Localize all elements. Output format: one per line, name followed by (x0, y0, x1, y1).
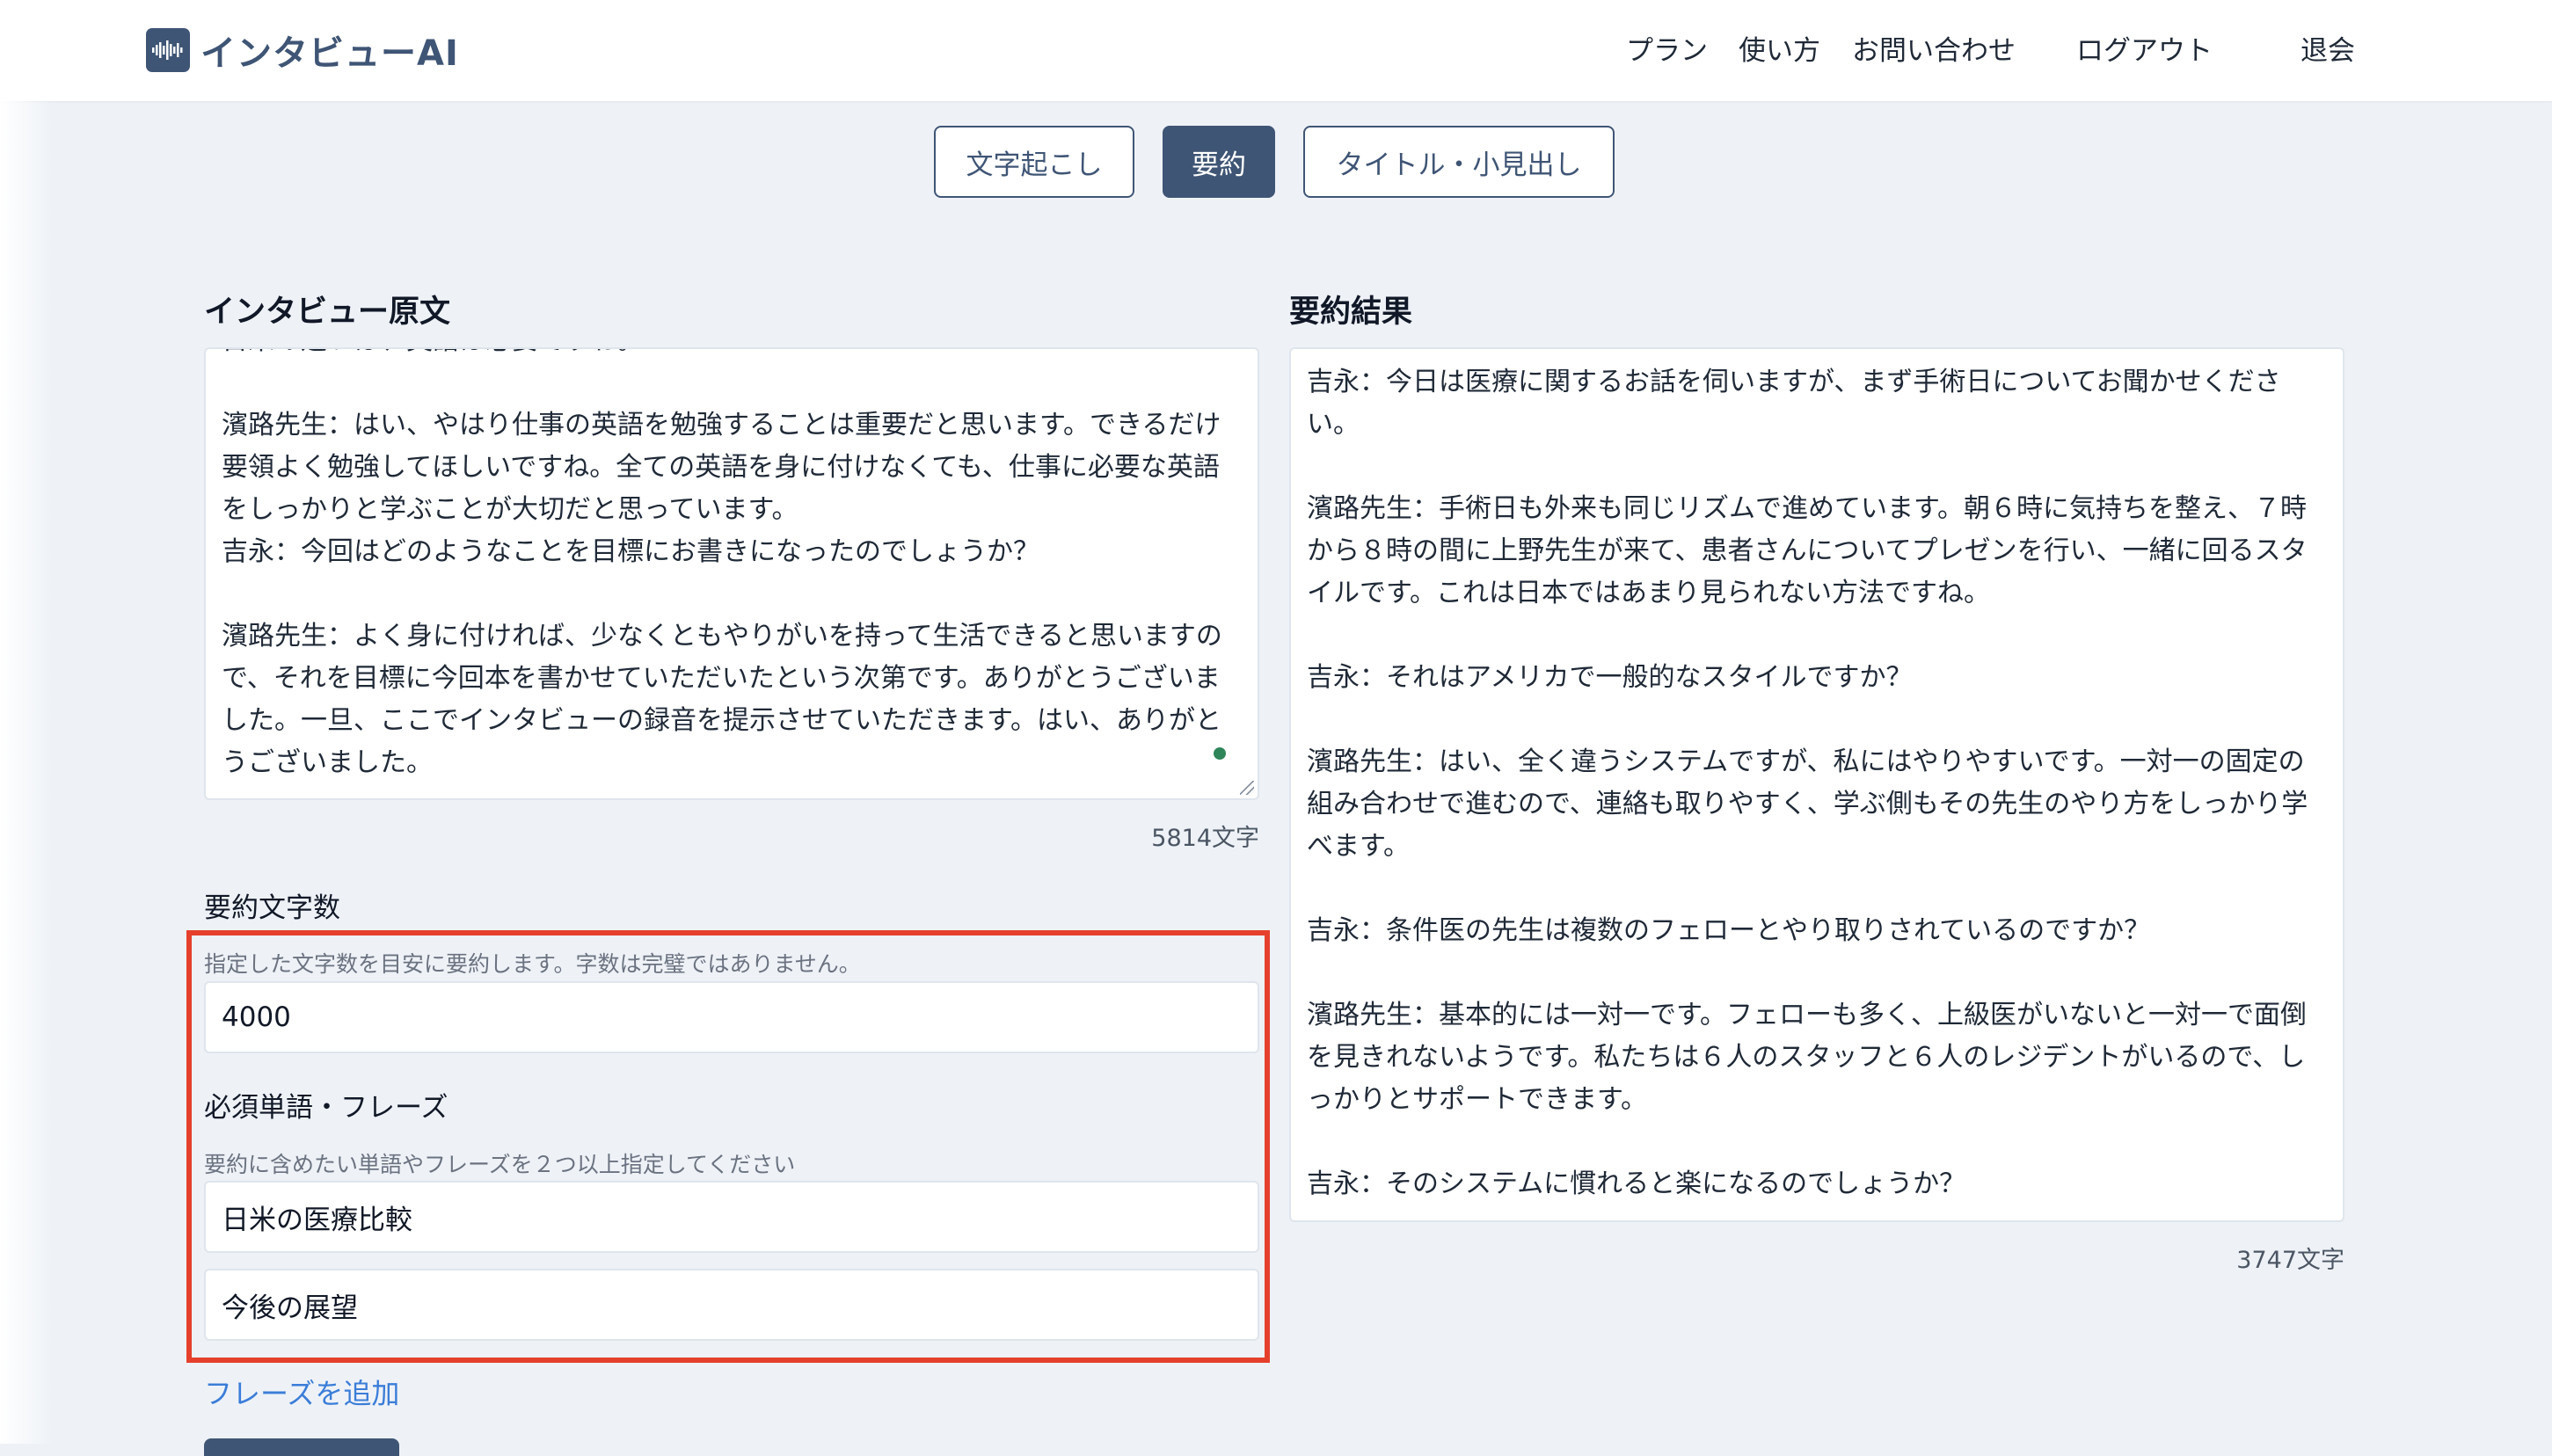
phrase-input-1[interactable] (204, 1181, 1259, 1253)
nav-contact[interactable]: お問い合わせ (1852, 28, 2016, 68)
summary-length-input[interactable] (204, 981, 1259, 1053)
add-phrase-link[interactable]: フレーズを追加 (204, 1372, 399, 1412)
nav-howto[interactable]: 使い方 (1739, 28, 1820, 68)
original-section-title: インタビュー原文 (204, 295, 451, 330)
original-textarea[interactable]: 日米の違いは、英語は必要ですね。 濱路先生：はい、やはり仕事の英語を勉強すること… (204, 347, 1259, 800)
app-logo[interactable]: インタビューAI (146, 26, 459, 74)
app-name: インタビューAI (201, 33, 459, 74)
summary-char-count: 3747文字 (2236, 1247, 2344, 1274)
waveform-icon (146, 28, 190, 72)
summary-length-label: 要約文字数 (204, 892, 340, 924)
submit-button[interactable] (204, 1438, 399, 1456)
resize-handle-icon[interactable] (1240, 781, 1254, 795)
summary-length-hint: 指定した文字数を目安に要約します。字数は完璧ではありません。 (204, 951, 861, 977)
summary-result-box[interactable]: 吉永：今日は医療に関するお話を伺いますが、まず手術日についてお聞かせください。 … (1289, 347, 2344, 1222)
top-header: インタビューAI プラン 使い方 お問い合わせ ログアウト 退会 (0, 0, 2552, 101)
phrase-input-2[interactable] (204, 1269, 1259, 1341)
summary-section-title: 要約結果 (1289, 295, 1413, 330)
original-text: 日米の違いは、英語は必要ですね。 濱路先生：はい、やはり仕事の英語を勉強すること… (222, 349, 1222, 778)
nav-logout[interactable]: ログアウト (2076, 28, 2213, 68)
grammar-indicator-icon (1214, 747, 1226, 760)
left-edge-shade (0, 0, 53, 1444)
phrases-hint: 要約に含めたい単語やフレーズを２つ以上指定してください (204, 1152, 796, 1177)
tab-summary[interactable]: 要約 (1163, 126, 1275, 198)
phrases-label: 必須単語・フレーズ (204, 1092, 448, 1124)
nav-plans[interactable]: プラン (1626, 28, 1708, 68)
nav-withdraw[interactable]: 退会 (2300, 28, 2355, 68)
summary-text: 吉永：今日は医療に関するお話を伺いますが、まず手術日についてお聞かせください。 … (1307, 367, 2308, 1199)
tab-transcribe[interactable]: 文字起こし (934, 126, 1134, 198)
tab-title-headings[interactable]: タイトル・小見出し (1303, 126, 1615, 198)
original-char-count: 5814文字 (1151, 825, 1259, 852)
